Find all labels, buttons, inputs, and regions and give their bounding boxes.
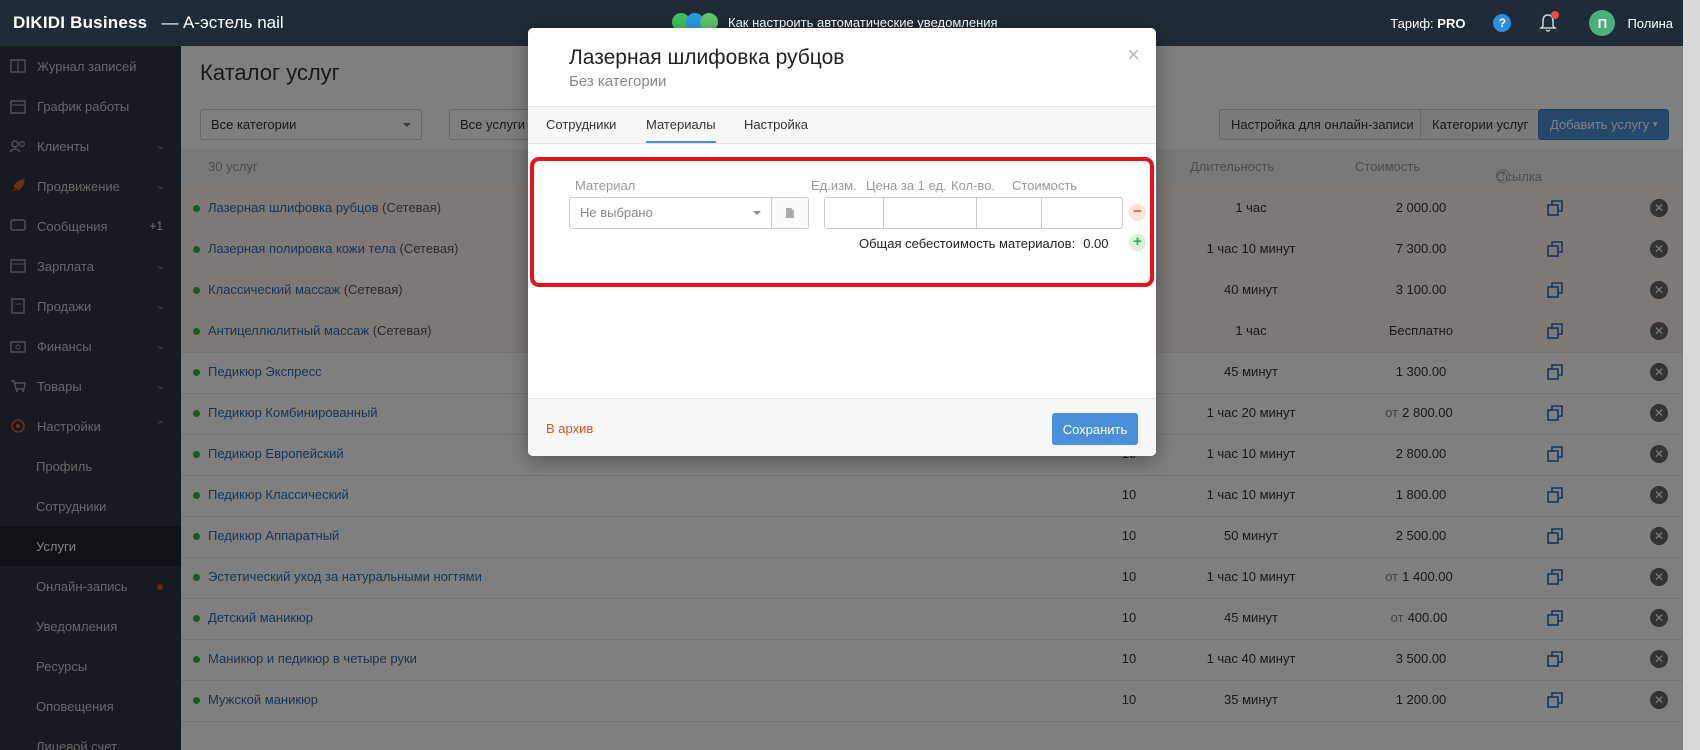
modal-footer: В архив Сохранить [528,398,1156,456]
tariff-label: Тариф: [1390,15,1434,31]
archive-link[interactable]: В архив [546,421,593,436]
tariff-info[interactable]: Тариф: PRO [1390,16,1465,31]
tab-materials[interactable]: Материалы [646,117,716,143]
tariff-value: PRO [1437,15,1466,31]
modal-tabs: Сотрудники Материалы Настройка [528,106,1156,144]
total-value: 0.00 [1083,236,1109,251]
add-material-button[interactable]: + [1129,234,1146,251]
unit-input[interactable] [824,197,884,229]
remove-material-button[interactable]: − [1129,204,1146,221]
col-quantity: Кол-во. [951,178,996,193]
save-button[interactable]: Сохранить [1052,413,1138,445]
col-unit-price: Цена за 1 ед. [866,178,947,193]
caret-down-icon [753,211,761,215]
company-name[interactable]: — А-эстель nail [161,13,283,33]
material-select[interactable]: Не выбрано [569,197,809,229]
unit-price-input[interactable] [883,197,977,229]
modal-subtitle: Без категории [569,73,667,90]
cost-input[interactable] [1041,197,1123,229]
material-select-value: Не выбрано [580,205,653,220]
total-label: Общая себестоимость материалов: [859,236,1076,251]
brand-logo[interactable]: DIKIDI Business [13,13,147,33]
document-icon[interactable] [772,198,808,228]
scrollbar-track[interactable] [1683,0,1700,750]
col-cost: Стоимость [1012,178,1078,193]
bell-icon[interactable] [1539,11,1560,33]
modal-title: Лазерная шлифовка рубцов [569,46,845,69]
col-unit: Ед.изм. [811,178,857,193]
close-icon[interactable]: × [1127,44,1140,66]
materials-section-highlight: Материал Ед.изм. Цена за 1 ед. Кол-во. С… [530,157,1154,287]
service-edit-modal: Лазерная шлифовка рубцов Без категории ×… [528,28,1156,456]
col-material: Материал [575,178,636,193]
tab-employees[interactable]: Сотрудники [546,117,616,132]
tab-settings[interactable]: Настройка [744,117,808,132]
avatar[interactable]: П [1589,10,1616,36]
materials-total: Общая себестоимость материалов: 0.00 [859,236,1109,251]
notification-dot [1551,11,1560,19]
help-icon[interactable]: ? [1493,14,1512,32]
username[interactable]: Полина [1627,16,1673,31]
quantity-input[interactable] [976,197,1042,229]
